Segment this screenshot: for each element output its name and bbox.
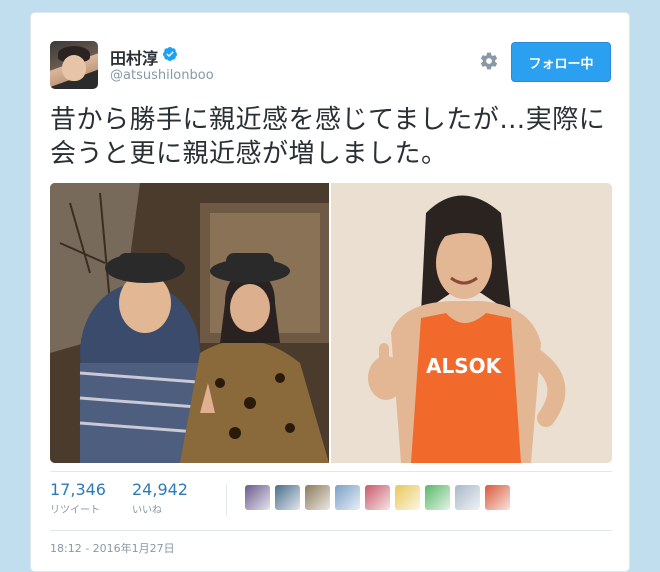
like-stat[interactable]: 24,942 いいね (132, 480, 188, 516)
avatar[interactable] (50, 41, 98, 89)
tweet-stats: 17,346 リツイート 24,942 いいね (50, 471, 612, 531)
tweet-timestamp[interactable]: 18:12 - 2016年1月27日 (50, 540, 175, 556)
photo-illustration (50, 183, 329, 463)
like-count[interactable]: 24,942 (132, 480, 188, 499)
user-handle[interactable]: @atsushilonboo (110, 68, 214, 83)
liker-avatar[interactable] (335, 485, 360, 510)
tweet-media[interactable]: ALSOK (50, 183, 612, 463)
retweet-count[interactable]: 17,346 (50, 480, 106, 499)
liker-avatar[interactable] (455, 485, 480, 510)
photo-alsok-costume[interactable]: ALSOK (331, 183, 612, 463)
liker-avatar[interactable] (275, 485, 300, 510)
alsok-text: ALSOK (426, 354, 503, 378)
photo-illustration-right: ALSOK (331, 183, 612, 463)
liker-avatar[interactable] (395, 485, 420, 510)
liker-avatar[interactable] (365, 485, 390, 510)
verified-badge-icon (163, 47, 177, 61)
gear-icon[interactable] (479, 51, 499, 71)
like-label: いいね (132, 505, 162, 516)
liker-avatar[interactable] (245, 485, 270, 510)
liker-avatar[interactable] (305, 485, 330, 510)
retweet-stat[interactable]: 17,346 リツイート (50, 480, 106, 516)
photo-two-people[interactable] (50, 183, 329, 463)
liker-avatars (226, 485, 510, 515)
display-name[interactable]: 田村淳 (110, 45, 158, 69)
following-button[interactable]: フォロー中 (511, 42, 611, 82)
liker-avatar[interactable] (425, 485, 450, 510)
tweet-text: 昔から勝手に親近感を感じてましたが…実際に会うと更に親近感が増しました。 (50, 105, 606, 169)
retweet-label: リツイート (50, 505, 100, 516)
tweet-card: 田村淳 @atsushilonboo フォロー中 昔から勝手に親近感を感じてまし… (30, 12, 630, 572)
liker-avatar[interactable] (485, 485, 510, 510)
